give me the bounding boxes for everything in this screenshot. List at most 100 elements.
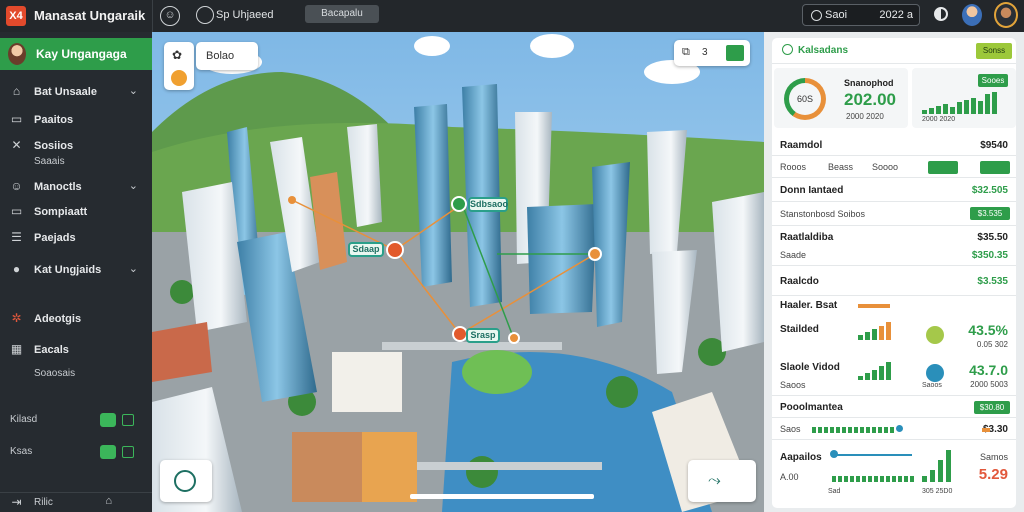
profile-name: Kay Ungangaga — [36, 47, 127, 61]
checkbox[interactable] — [122, 414, 134, 426]
table-row[interactable]: Raatlaldiba $35.50 Saade $350.35 — [772, 226, 1016, 266]
route-button[interactable]: ⤳ — [688, 460, 756, 502]
chevron-down-icon[interactable]: ⌄ — [129, 262, 138, 275]
sidebar-item-label: Eacals — [34, 344, 69, 356]
stat-title: Snanophod — [844, 78, 894, 88]
city-scene — [152, 32, 764, 512]
row-value: $9540 — [980, 140, 1008, 151]
sidebar-item-gear[interactable]: ✲ Adeotgis — [0, 309, 152, 331]
home-icon[interactable]: ⌂ — [105, 495, 112, 507]
sidebar-item-label: Ksas — [10, 446, 33, 457]
row-value-badge[interactable]: $3.535 — [970, 207, 1010, 220]
tree — [466, 456, 498, 488]
flower-icon[interactable]: ✿ — [172, 48, 182, 62]
slider-track[interactable] — [832, 454, 912, 456]
table-row[interactable]: Raalcdo $3.535 — [772, 266, 1016, 296]
layers-icon[interactable]: ⧉ — [682, 46, 690, 59]
gear-icon: ✲ — [11, 311, 22, 325]
row-badge[interactable] — [928, 161, 958, 174]
search-field[interactable]: Saoi 2022 a — [802, 4, 920, 26]
compass-icon — [174, 470, 196, 492]
status-dot — [926, 326, 944, 344]
row-label: Raamdol — [780, 140, 823, 151]
map-tool-palette: ✿ — [164, 42, 194, 90]
location-label: Sp Uhjaeed — [216, 9, 274, 21]
row-sub: 305 25D0 — [922, 488, 953, 495]
sidebar-toggle-row[interactable]: Kilasd — [0, 410, 152, 432]
building — [292, 432, 362, 502]
row-value: 5.29 — [978, 466, 1008, 483]
view-toggle-button[interactable]: Bacapalu — [305, 5, 379, 23]
table-row[interactable]: Donn Iantaed $32.505 — [772, 178, 1016, 202]
app-window: X4 Manasat Ungaraik ☺ Sp Uhjaeed Bacapal… — [0, 0, 1024, 512]
chevron-down-icon[interactable]: ⌄ — [129, 179, 138, 192]
sidebar-subitem[interactable]: Saaais — [0, 152, 152, 174]
checkbox[interactable] — [122, 446, 134, 458]
sidebar-item-label: Sosiios — [34, 140, 74, 152]
list-icon: ☰ — [11, 230, 22, 244]
sidebar-item-list[interactable]: ☰ Paejads — [0, 228, 152, 250]
map-label-tag[interactable]: Srasp — [466, 328, 500, 343]
row-label: Pooolmantea — [780, 402, 843, 413]
compass-button[interactable] — [160, 460, 212, 502]
row-value-badge[interactable]: $30.80 — [974, 401, 1010, 414]
map-viewport[interactable]: Sdbsaoo Sdaap Srasp ✿ Bolao ⧉ 3 ⤳ — [152, 32, 764, 512]
app-title: Manasat Ungaraik — [34, 8, 146, 23]
table-row[interactable]: Stanstonbosd Soibos $3.535 — [772, 202, 1016, 226]
road — [382, 342, 562, 350]
sidebar-item-label: Manoctls — [34, 181, 82, 193]
layer-add-button[interactable] — [726, 45, 744, 61]
sidebar-item-home[interactable]: ⌂ Bat Unsaale ⌄ — [0, 82, 152, 104]
sidebar-item-label: Kilasd — [10, 414, 38, 425]
sidebar-item-folder[interactable]: ▭ Sompiaatt — [0, 202, 152, 224]
toggle-switch[interactable] — [100, 413, 116, 427]
row-label: Stailded — [780, 324, 819, 335]
table-row[interactable]: Saos $3.30 — [772, 418, 1016, 440]
mini-bars — [922, 450, 956, 482]
sun-icon[interactable] — [171, 70, 187, 86]
tree — [606, 376, 638, 408]
map-label-tag[interactable]: Sdbsaoo — [468, 197, 508, 212]
sidebar-item-documents[interactable]: ▭ Paaitos — [0, 110, 152, 132]
spark-tag[interactable]: Sooes — [978, 74, 1008, 87]
search-input[interactable]: Saoi — [825, 9, 847, 21]
sidebar-toggle-row[interactable]: Ksas — [0, 442, 152, 464]
table-row[interactable]: Pooolmantea $30.80 — [772, 396, 1016, 418]
cloud — [530, 34, 574, 58]
row-label: Donn Iantaed — [780, 185, 844, 196]
sidebar-item-label: Soaosais — [34, 368, 76, 379]
slider-handle[interactable] — [830, 450, 838, 458]
map-label-tag[interactable]: Sdaap — [348, 242, 384, 257]
sidebar-subitem[interactable]: Soaosais — [0, 364, 152, 386]
row-badge[interactable] — [980, 161, 1010, 174]
row-sub: 0.05 302 — [976, 340, 1008, 349]
mini-bars — [858, 362, 898, 380]
sidebar-footer[interactable]: ⇥ Rilic ⌂ — [0, 492, 152, 512]
table-row[interactable]: Raamdol $9540 — [772, 134, 1016, 156]
notification-avatar[interactable] — [962, 4, 982, 26]
row-value: Samos — [979, 452, 1008, 462]
panel-header: Kalsadans Sonss — [772, 38, 1016, 64]
sidebar-item-settings[interactable]: ● Kat Ungjaids ⌄ — [0, 260, 152, 282]
sidebar-profile[interactable]: Kay Ungangaga — [0, 38, 152, 70]
emoji-icon[interactable]: ☺ — [160, 6, 180, 26]
search-icon[interactable] — [782, 44, 793, 55]
chevron-down-icon[interactable]: ⌄ — [129, 84, 138, 97]
theme-toggle-icon[interactable] — [934, 7, 948, 21]
map-location-card[interactable]: Bolao — [196, 42, 258, 70]
map-layer-card[interactable]: ⧉ 3 — [674, 40, 750, 66]
building — [332, 352, 402, 412]
location-icon[interactable] — [196, 6, 214, 24]
table-row[interactable]: Rooos Beass Soooo — [772, 156, 1016, 178]
sidebar-item-calendar[interactable]: ▦ Eacals — [0, 340, 152, 362]
row-value: $32.505 — [971, 185, 1008, 196]
sidebar-item-people[interactable]: ☺ Manoctls ⌄ — [0, 177, 152, 199]
layer-count: 3 — [702, 47, 708, 58]
panel-action-button[interactable]: Sonss — [976, 43, 1012, 59]
map-location-label: Bolao — [206, 50, 235, 62]
stat-sub: 2000 2020 — [846, 112, 884, 121]
toggle-switch[interactable] — [100, 445, 116, 459]
home-icon: ⌂ — [12, 84, 21, 98]
stats-card: Kalsadans Sonss 60S Snanophod 202.00 200… — [772, 38, 1016, 508]
user-avatar[interactable] — [994, 2, 1018, 28]
